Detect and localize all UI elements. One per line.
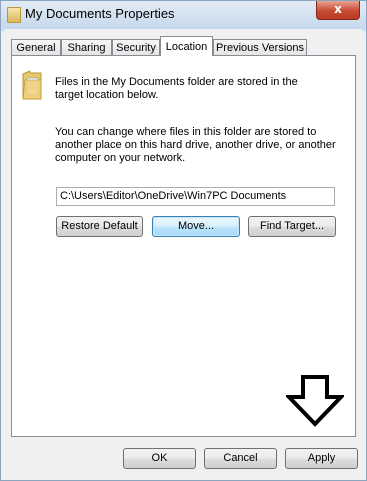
title-bar[interactable]: My Documents Properties x [1,1,366,29]
tab-location[interactable]: Location [160,36,213,56]
restore-default-button[interactable]: Restore Default [56,216,143,237]
down-arrow-icon [286,375,344,427]
cancel-button[interactable]: Cancel [204,448,277,469]
intro-text-line2: target location below. [55,89,159,101]
tab-sharing[interactable]: Sharing [61,39,112,55]
documents-folder-icon [22,70,42,100]
tab-previous-versions[interactable]: Previous Versions [213,39,307,55]
info-text-line1: You can change where files in this folde… [55,126,317,138]
move-button[interactable]: Move... [152,216,240,237]
ok-button[interactable]: OK [123,448,196,469]
info-text-line2: another place on this hard drive, anothe… [55,139,336,151]
properties-window: My Documents Properties x General Sharin… [0,0,367,481]
close-button[interactable]: x [316,1,360,20]
tab-security[interactable]: Security [112,39,160,55]
intro-text-line1: Files in the My Documents folder are sto… [55,76,298,88]
folder-icon [7,7,21,23]
tab-general[interactable]: General [11,39,61,55]
window-title: My Documents Properties [25,6,175,21]
find-target-button[interactable]: Find Target... [248,216,336,237]
target-path-field[interactable]: C:\Users\Editor\OneDrive\Win7PC Document… [56,187,335,206]
apply-button[interactable]: Apply [285,448,358,469]
info-text-line3: computer on your network. [55,152,186,164]
